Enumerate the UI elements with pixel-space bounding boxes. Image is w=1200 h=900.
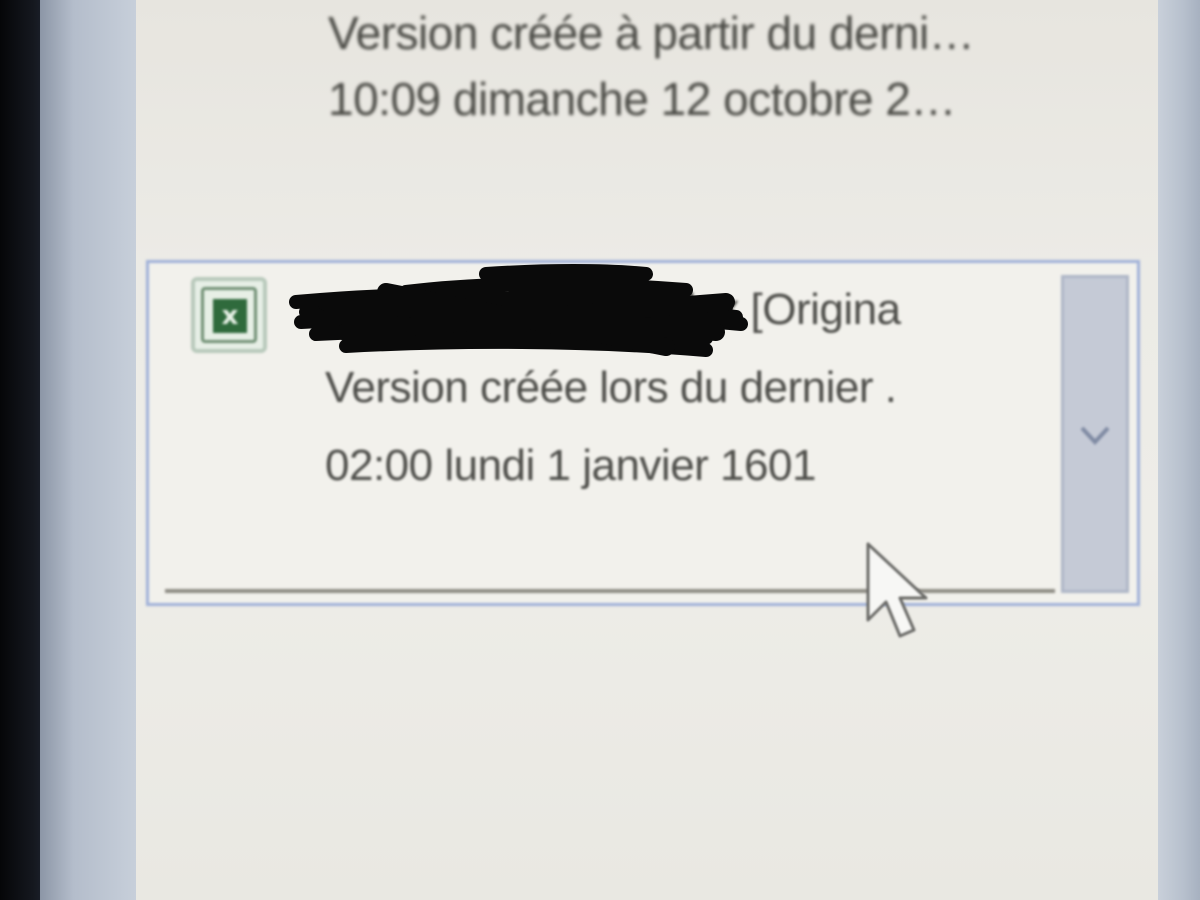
window-frame-left: [40, 0, 136, 900]
excel-file-icon: x: [191, 277, 267, 353]
previous-version-timestamp: 10:09 dimanche 12 octobre 2…: [328, 73, 956, 125]
chevron-down-icon: [1080, 426, 1110, 445]
excel-x-icon: x: [213, 299, 247, 333]
window-frame-right: [1158, 0, 1200, 900]
version-history-panel: Version créée à partir du derni… 10:09 d…: [136, 0, 1158, 900]
version-timestamp: 02:00 lundi 1 janvier 1601: [325, 441, 816, 490]
dropdown-scroll-button[interactable]: [1061, 275, 1129, 593]
previous-version-description: Version créée à partir du derni…: [328, 7, 975, 59]
mouse-pointer-icon: [866, 542, 928, 638]
redaction-scribble: [289, 264, 748, 357]
